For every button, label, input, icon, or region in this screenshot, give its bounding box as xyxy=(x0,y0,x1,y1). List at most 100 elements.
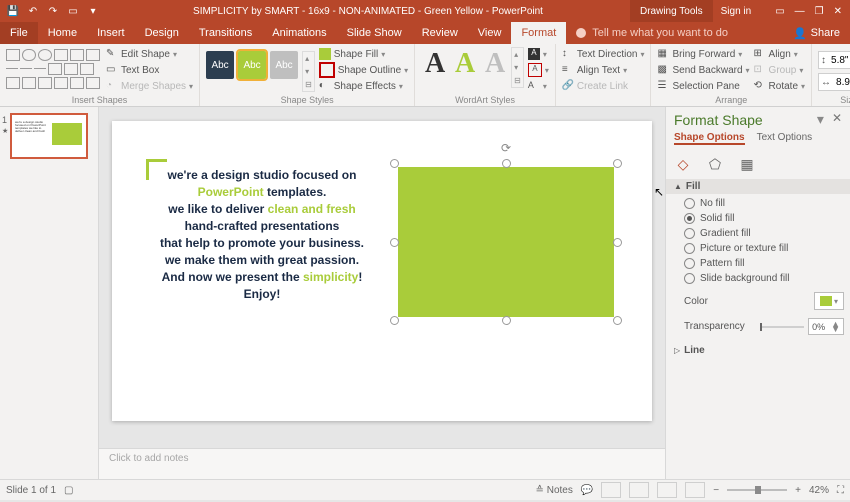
size-properties-category-icon[interactable]: ▦ xyxy=(738,155,756,173)
style-swatch-3[interactable]: Abc xyxy=(270,51,298,79)
language-indicator[interactable]: ▢ xyxy=(64,485,73,496)
rotation-handle-icon[interactable]: ⟳ xyxy=(501,141,511,155)
wordart-1[interactable]: A xyxy=(421,47,449,81)
tab-review[interactable]: Review xyxy=(412,22,468,44)
bring-forward-button[interactable]: ▦Bring Forward▾ xyxy=(657,47,749,61)
pane-options-icon[interactable]: ▾ xyxy=(817,111,824,128)
align-text-button[interactable]: ≡Align Text▾ xyxy=(562,63,645,77)
shape-outline-button[interactable]: Shape Outline▾ xyxy=(319,63,408,77)
slideshow-view-button[interactable] xyxy=(685,482,705,498)
resize-handle-w[interactable] xyxy=(390,238,399,247)
fill-icon xyxy=(319,48,331,60)
close-icon[interactable]: ✕ xyxy=(834,6,842,17)
resize-handle-sw[interactable] xyxy=(390,316,399,325)
zoom-in-button[interactable]: + xyxy=(795,485,801,496)
selection-pane-button[interactable]: ☰Selection Pane xyxy=(657,79,749,93)
wordart-3[interactable]: A xyxy=(481,47,509,81)
tab-view[interactable]: View xyxy=(468,22,512,44)
resize-handle-nw[interactable] xyxy=(390,159,399,168)
shape-options-tab[interactable]: Shape Options xyxy=(674,132,745,145)
text-outline-button[interactable]: A▾ xyxy=(528,63,549,77)
share-button[interactable]: 👤 Share xyxy=(783,22,850,44)
tab-animations[interactable]: Animations xyxy=(262,22,336,44)
transparency-field[interactable]: 0%▲▼ xyxy=(808,318,844,335)
gradient-fill-radio[interactable]: Gradient fill xyxy=(684,228,844,239)
slide[interactable]: we're a design studio focused on PowerPo… xyxy=(112,121,652,421)
zoom-value[interactable]: 42% xyxy=(809,485,829,496)
tab-format[interactable]: Format xyxy=(511,22,566,44)
text-effects-button[interactable]: A▾ xyxy=(528,79,549,93)
group-arrange: ▦Bring Forward▾ ▩Send Backward▾ ☰Selecti… xyxy=(651,44,812,106)
shape-style-gallery[interactable]: Abc Abc Abc ▴▾⊟ xyxy=(206,47,315,92)
redo-icon[interactable]: ↷ xyxy=(46,4,60,18)
solid-fill-radio[interactable]: Solid fill xyxy=(684,213,844,224)
shape-fill-button[interactable]: Shape Fill▾ xyxy=(319,47,408,61)
undo-icon[interactable]: ↶ xyxy=(26,4,40,18)
slide-bg-fill-radio[interactable]: Slide background fill xyxy=(684,273,844,284)
window-title: SIMPLICITY by SMART - 16x9 - NON-ANIMATE… xyxy=(106,6,630,17)
effects-category-icon[interactable]: ⬠ xyxy=(706,155,724,173)
tab-transitions[interactable]: Transitions xyxy=(189,22,262,44)
shape-width-field[interactable]: ↔▲▼ xyxy=(818,73,850,91)
style-swatch-1[interactable]: Abc xyxy=(206,51,234,79)
wordart-gallery[interactable]: A A A ▴▾⊟ xyxy=(421,47,524,88)
line-section-header[interactable]: ▷ Line xyxy=(666,343,850,358)
rotate-button[interactable]: ⟲Rotate▾ xyxy=(754,79,805,93)
no-fill-radio[interactable]: No fill xyxy=(684,198,844,209)
tell-me-search[interactable]: Tell me what you want to do xyxy=(566,22,783,44)
slide-sorter-view-button[interactable] xyxy=(629,482,649,498)
fit-to-window-button[interactable]: ⛶ xyxy=(837,485,844,496)
wordart-2[interactable]: A xyxy=(451,47,479,81)
tab-home[interactable]: Home xyxy=(38,22,87,44)
picture-fill-radio[interactable]: Picture or texture fill xyxy=(684,243,844,254)
save-icon[interactable]: 💾 xyxy=(6,4,20,18)
slide-canvas-area[interactable]: we're a design studio focused on PowerPo… xyxy=(99,107,665,448)
reading-view-button[interactable] xyxy=(657,482,677,498)
height-input[interactable] xyxy=(829,54,850,67)
tab-design[interactable]: Design xyxy=(135,22,189,44)
transparency-slider[interactable] xyxy=(760,326,804,328)
resize-handle-ne[interactable] xyxy=(613,159,622,168)
pane-close-icon[interactable]: ✕ xyxy=(832,111,842,128)
rectangle-shape[interactable] xyxy=(398,167,614,317)
align-button[interactable]: ⊞Align▾ xyxy=(754,47,805,61)
resize-handle-n[interactable] xyxy=(502,159,511,168)
text-fill-button[interactable]: A▾ xyxy=(528,47,549,61)
qat-more-icon[interactable]: ▾ xyxy=(86,4,100,18)
text-options-tab[interactable]: Text Options xyxy=(757,132,813,145)
minimize-icon[interactable]: — xyxy=(795,6,805,17)
fill-line-category-icon[interactable]: ◇ xyxy=(674,155,692,173)
slide-thumbnails-panel[interactable]: 1 ★ we're a design studio focused on Pow… xyxy=(0,107,99,479)
tab-file[interactable]: File xyxy=(0,22,38,44)
tab-slideshow[interactable]: Slide Show xyxy=(337,22,412,44)
width-input[interactable] xyxy=(834,76,850,89)
edit-shape-button[interactable]: ✎Edit Shape▾ xyxy=(106,47,193,61)
sign-in-link[interactable]: Sign in xyxy=(721,6,752,17)
ribbon-options-icon[interactable]: ▭ xyxy=(775,6,784,17)
normal-view-button[interactable] xyxy=(601,482,621,498)
shape-height-field[interactable]: ↕▲▼ xyxy=(818,51,850,69)
fill-section-header[interactable]: ▲ Fill ↖ xyxy=(666,179,850,194)
selected-shape[interactable]: ⟳ xyxy=(394,163,618,321)
zoom-slider[interactable] xyxy=(727,489,787,491)
maximize-icon[interactable]: ❐ xyxy=(815,6,824,17)
fill-color-picker[interactable]: ▾ xyxy=(814,292,844,310)
text-box-button[interactable]: ▭Text Box xyxy=(106,63,193,77)
resize-handle-e[interactable] xyxy=(613,238,622,247)
shapes-gallery[interactable] xyxy=(6,47,102,89)
zoom-out-button[interactable]: − xyxy=(713,485,719,496)
notes-toggle[interactable]: ≙ Notes xyxy=(536,485,573,496)
comments-toggle[interactable]: 💬 xyxy=(581,485,593,496)
resize-handle-s[interactable] xyxy=(502,316,511,325)
start-from-beginning-icon[interactable]: ▭ xyxy=(66,4,80,18)
pattern-fill-radio[interactable]: Pattern fill xyxy=(684,258,844,269)
body-text-block[interactable]: we're a design studio focused on PowerPo… xyxy=(154,167,370,303)
text-direction-button[interactable]: ↕Text Direction▾ xyxy=(562,47,645,61)
tab-insert[interactable]: Insert xyxy=(87,22,135,44)
style-swatch-2[interactable]: Abc xyxy=(238,51,266,79)
slide-thumbnail-1[interactable]: 1 ★ we're a design studio focused on Pow… xyxy=(10,113,88,159)
resize-handle-se[interactable] xyxy=(613,316,622,325)
notes-pane[interactable]: Click to add notes xyxy=(99,448,665,479)
shape-effects-button[interactable]: ◐Shape Effects▾ xyxy=(319,79,408,93)
send-backward-button[interactable]: ▩Send Backward▾ xyxy=(657,63,749,77)
